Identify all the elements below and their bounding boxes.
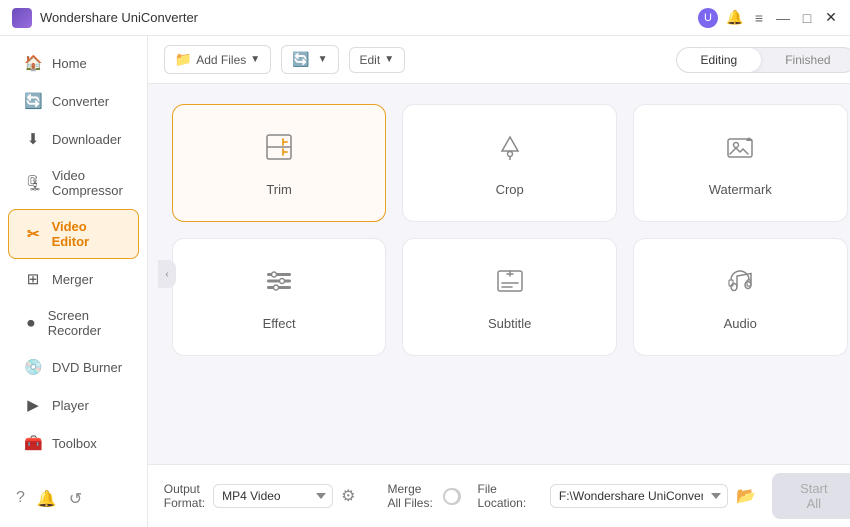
home-icon: 🏠 bbox=[24, 54, 42, 72]
audio-label: Audio bbox=[724, 316, 757, 331]
dvd-burner-icon: 💿 bbox=[24, 358, 42, 376]
close-button[interactable]: ✕ bbox=[824, 11, 838, 25]
sidebar-label-video-editor: Video Editor bbox=[52, 219, 122, 249]
sidebar-label-merger: Merger bbox=[52, 272, 93, 287]
content-area: 📁 Add Files ▼ 🔄 ▼ Edit ▼ Editing Finishe… bbox=[148, 36, 850, 527]
refresh-icon[interactable]: ↺ bbox=[69, 489, 82, 509]
sidebar: 🏠 Home 🔄 Converter ⬇ Downloader 🗜 Video … bbox=[0, 36, 148, 527]
edit-label: Edit bbox=[360, 53, 381, 67]
add-convert-icon: 🔄 bbox=[292, 51, 309, 68]
trim-icon bbox=[261, 129, 297, 172]
subtitle-label: Subtitle bbox=[488, 316, 531, 331]
sidebar-item-toolbox[interactable]: 🧰 Toolbox bbox=[8, 425, 139, 461]
minimize-button[interactable]: — bbox=[776, 11, 790, 25]
merge-all-field: Merge All Files: bbox=[387, 482, 461, 510]
merge-all-label: Merge All Files: bbox=[387, 482, 434, 510]
bottom-bar: Output Format: MP4 Video ⚙ Merge All Fil… bbox=[148, 464, 850, 527]
feature-subtitle[interactable]: Subtitle bbox=[402, 238, 617, 356]
add-files-chevron: ▼ bbox=[250, 54, 260, 65]
video-editor-icon: ✂ bbox=[25, 225, 42, 243]
user-icon[interactable]: U bbox=[698, 8, 718, 28]
feature-trim[interactable]: Trim bbox=[172, 104, 387, 222]
tab-finished[interactable]: Finished bbox=[761, 48, 850, 72]
video-compressor-icon: 🗜 bbox=[24, 174, 42, 192]
sidebar-label-dvd-burner: DVD Burner bbox=[52, 360, 122, 375]
converter-icon: 🔄 bbox=[24, 92, 42, 110]
add-files-button[interactable]: 📁 Add Files ▼ bbox=[164, 45, 271, 74]
sidebar-label-home: Home bbox=[52, 56, 87, 71]
help-icon[interactable]: ? bbox=[16, 489, 25, 509]
sidebar-collapse-button[interactable]: ‹ bbox=[158, 260, 176, 288]
watermark-label: Watermark bbox=[709, 182, 772, 197]
sidebar-item-downloader[interactable]: ⬇ Downloader bbox=[8, 121, 139, 157]
merger-icon: ⊞ bbox=[24, 270, 42, 288]
output-settings-icon[interactable]: ⚙ bbox=[341, 486, 355, 506]
sidebar-item-home[interactable]: 🏠 Home bbox=[8, 45, 139, 81]
crop-icon bbox=[492, 129, 528, 172]
app-title: Wondershare UniConverter bbox=[40, 10, 198, 25]
sidebar-label-player: Player bbox=[52, 398, 89, 413]
notification-icon[interactable]: 🔔 bbox=[728, 11, 742, 25]
watermark-icon bbox=[722, 129, 758, 172]
trim-label: Trim bbox=[266, 182, 292, 197]
sidebar-label-video-compressor: Video Compressor bbox=[52, 168, 123, 198]
tab-group: Editing Finished bbox=[676, 47, 850, 73]
sidebar-label-screen-recorder: Screen Recorder bbox=[48, 308, 123, 338]
screen-recorder-icon: ⏺ bbox=[24, 315, 38, 332]
feature-watermark[interactable]: Watermark bbox=[633, 104, 848, 222]
sidebar-item-screen-recorder[interactable]: ⏺ Screen Recorder bbox=[8, 299, 139, 347]
toolbar: 📁 Add Files ▼ 🔄 ▼ Edit ▼ Editing Finishe… bbox=[148, 36, 850, 84]
editor-main: Trim Crop bbox=[148, 84, 850, 464]
file-location-label: File Location: bbox=[477, 482, 541, 510]
edit-chevron: ▼ bbox=[384, 54, 394, 65]
output-format-select[interactable]: MP4 Video bbox=[213, 484, 333, 508]
downloader-icon: ⬇ bbox=[24, 130, 42, 148]
sidebar-item-video-compressor[interactable]: 🗜 Video Compressor bbox=[8, 159, 139, 207]
sidebar-label-toolbox: Toolbox bbox=[52, 436, 97, 451]
add-convert-button[interactable]: 🔄 ▼ bbox=[281, 45, 338, 74]
feature-grid: Trim Crop bbox=[172, 104, 848, 356]
sidebar-item-dvd-burner[interactable]: 💿 DVD Burner bbox=[8, 349, 139, 385]
sidebar-item-converter[interactable]: 🔄 Converter bbox=[8, 83, 139, 119]
app-icon bbox=[12, 8, 32, 28]
sidebar-label-downloader: Downloader bbox=[52, 132, 121, 147]
file-location-field: File Location: F:\Wondershare UniConvert… bbox=[477, 482, 756, 510]
feature-crop[interactable]: Crop bbox=[402, 104, 617, 222]
main-layout: 🏠 Home 🔄 Converter ⬇ Downloader 🗜 Video … bbox=[0, 36, 850, 527]
feature-audio[interactable]: Audio bbox=[633, 238, 848, 356]
sidebar-item-merger[interactable]: ⊞ Merger bbox=[8, 261, 139, 297]
add-files-icon: 📁 bbox=[175, 51, 192, 68]
sidebar-item-player[interactable]: ▶ Player bbox=[8, 387, 139, 423]
add-convert-chevron: ▼ bbox=[318, 54, 328, 65]
merge-all-toggle[interactable] bbox=[443, 488, 462, 505]
player-icon: ▶ bbox=[24, 396, 42, 414]
menu-icon[interactable]: ≡ bbox=[752, 11, 766, 25]
sidebar-label-converter: Converter bbox=[52, 94, 109, 109]
output-format-field: Output Format: MP4 Video ⚙ bbox=[164, 482, 356, 510]
crop-label: Crop bbox=[496, 182, 524, 197]
toolbox-icon: 🧰 bbox=[24, 434, 42, 452]
add-files-label: Add Files bbox=[196, 53, 246, 67]
sidebar-item-video-editor[interactable]: ✂ Video Editor bbox=[8, 209, 139, 259]
sidebar-bottom: ? 🔔 ↺ bbox=[0, 479, 147, 519]
titlebar: Wondershare UniConverter U 🔔 ≡ — □ ✕ bbox=[0, 0, 850, 36]
file-location-browse-icon[interactable]: 📂 bbox=[736, 486, 756, 506]
file-location-select[interactable]: F:\Wondershare UniConverter bbox=[550, 484, 728, 508]
notification-bell-icon[interactable]: 🔔 bbox=[37, 489, 57, 509]
effect-label: Effect bbox=[263, 316, 296, 331]
subtitle-icon bbox=[492, 263, 528, 306]
edit-dropdown[interactable]: Edit ▼ bbox=[349, 47, 406, 73]
titlebar-controls: U 🔔 ≡ — □ ✕ bbox=[698, 8, 838, 28]
feature-effect[interactable]: Effect bbox=[172, 238, 387, 356]
tab-editing[interactable]: Editing bbox=[677, 48, 762, 72]
titlebar-left: Wondershare UniConverter bbox=[12, 8, 198, 28]
audio-icon bbox=[722, 263, 758, 306]
output-format-label: Output Format: bbox=[164, 482, 205, 510]
maximize-button[interactable]: □ bbox=[800, 11, 814, 25]
effect-icon bbox=[261, 263, 297, 306]
start-all-button[interactable]: Start All bbox=[772, 473, 850, 519]
